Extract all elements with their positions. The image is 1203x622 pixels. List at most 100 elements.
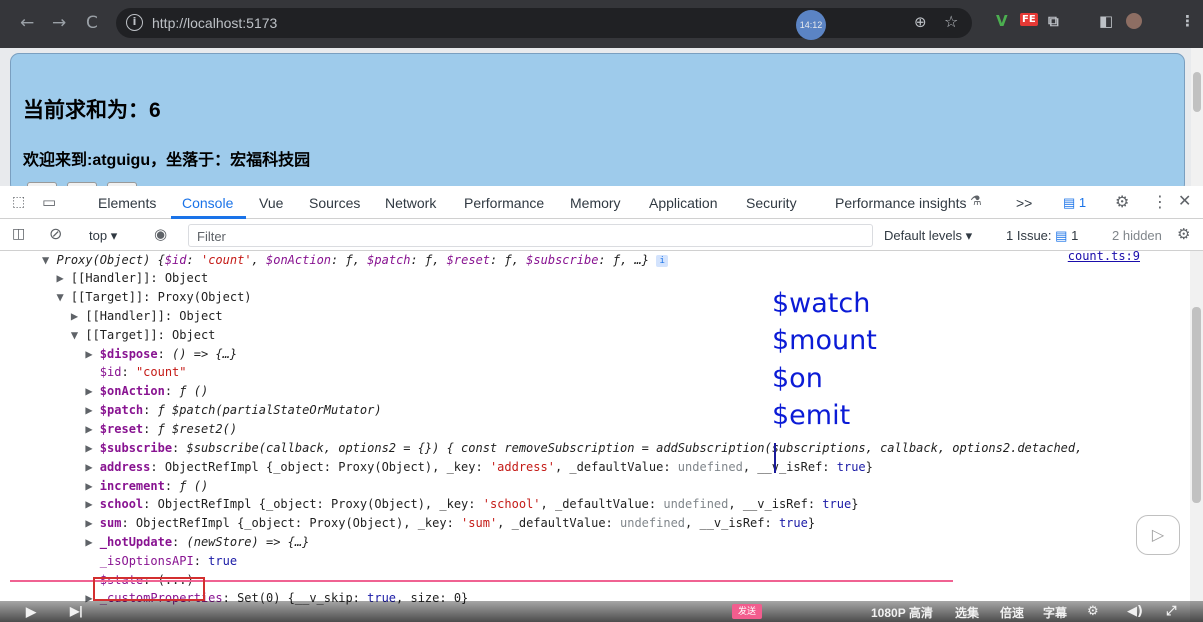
console-token: Proxy(Object) { — [56, 253, 165, 267]
console-token: : — [157, 347, 173, 361]
tab-console[interactable]: Console — [182, 195, 233, 211]
play-icon[interactable]: ▶ — [26, 604, 36, 620]
console-line[interactable]: ▶ $subscribe: $subscribe(callback, optio… — [42, 439, 1082, 457]
context-select[interactable]: top ▾ — [89, 228, 117, 244]
console-scrollbar[interactable] — [1190, 251, 1203, 622]
forward-icon[interactable]: → — [52, 13, 66, 33]
console-line[interactable]: ▶ school: ObjectRefImpl {_object: Proxy(… — [42, 495, 858, 513]
close-devtools-icon[interactable]: ✕ — [1178, 191, 1191, 210]
time-bubble: 14:12 — [796, 10, 826, 40]
page-scrollbar[interactable] — [1191, 48, 1203, 186]
clear-console-icon[interactable]: ⊘ — [49, 224, 62, 243]
episodes-button[interactable]: 选集 — [955, 604, 979, 621]
collapsed-triangle-icon[interactable]: ▶ — [42, 460, 100, 474]
console-line[interactable]: ▼ Proxy(Object) {$id: 'count', $onAction… — [42, 251, 669, 269]
collapsed-triangle-icon[interactable]: ▶ — [42, 403, 100, 417]
danmaku-send-button[interactable]: 发送 — [732, 604, 762, 619]
source-link[interactable]: count.ts:9 — [1068, 251, 1140, 263]
collapsed-triangle-icon[interactable]: ▶ — [42, 384, 100, 398]
tab-performance[interactable]: Performance — [464, 195, 544, 211]
collapsed-triangle-icon[interactable]: ▶ — [42, 347, 100, 361]
hidden-messages-label: 2 hidden — [1112, 228, 1162, 243]
collapsed-triangle-icon[interactable]: ▶ — [42, 422, 100, 436]
filter-input[interactable]: Filter — [188, 224, 873, 247]
bookmark-star-icon[interactable]: ☆ — [944, 12, 958, 31]
fe-extension-icon[interactable]: FE — [1020, 13, 1038, 26]
profile-avatar[interactable] — [1126, 13, 1142, 29]
console-line[interactable]: ▶ [[Handler]]: Object — [42, 307, 223, 325]
console-line[interactable]: ▶ _hotUpdate: (newStore) => {…} — [42, 533, 309, 551]
tab-application[interactable]: Application — [649, 195, 718, 211]
console-token: : — [143, 403, 158, 417]
console-token: : ObjectRefImpl {_object: Proxy(Object),… — [150, 460, 490, 474]
collapsed-triangle-icon[interactable]: ▶ — [42, 309, 85, 323]
console-token: : — [598, 253, 613, 267]
console-token: , — [432, 253, 447, 267]
collapsed-triangle-icon[interactable]: ▶ — [42, 535, 100, 549]
speed-button[interactable]: 倍速 — [1000, 604, 1024, 621]
live-expression-eye-icon[interactable]: ◉ — [154, 225, 167, 243]
quality-button[interactable]: 1080P 高清 — [871, 604, 933, 621]
settings-gear-icon[interactable]: ⚙ — [1115, 192, 1129, 211]
more-tabs-button[interactable]: >> — [1016, 195, 1032, 211]
vue-devtools-extension-icon[interactable]: V — [996, 12, 1008, 30]
console-line[interactable]: ▶ [[Handler]]: Object — [42, 269, 208, 287]
issue-label: 1 Issue: — [1006, 228, 1052, 243]
volume-icon[interactable]: ◀) — [1127, 604, 1143, 619]
device-toolbar-icon[interactable]: ▭ — [42, 193, 56, 211]
back-icon[interactable]: ← — [20, 13, 34, 33]
console-line[interactable]: ▶ address: ObjectRefImpl {_object: Proxy… — [42, 458, 873, 476]
console-token: : — [172, 441, 187, 455]
tab-network[interactable]: Network — [385, 195, 436, 211]
reload-icon[interactable]: C — [86, 13, 98, 33]
console-line[interactable]: ▶ $onAction: ƒ () — [42, 382, 208, 400]
expanded-triangle-icon[interactable]: ▼ — [42, 328, 85, 342]
info-icon[interactable]: i — [656, 254, 669, 267]
collapsed-triangle-icon[interactable]: ▶ — [42, 479, 100, 493]
next-icon[interactable]: ▶| — [70, 604, 83, 618]
default-levels-dropdown[interactable]: Default levels ▾ — [884, 228, 972, 244]
subtitle-button[interactable]: 字幕 — [1043, 604, 1067, 621]
collapsed-triangle-icon[interactable]: ▶ — [42, 497, 100, 511]
console-token: increment — [99, 479, 165, 493]
console-line[interactable]: ▶ $patch: ƒ $patch(partialStateOrMutator… — [42, 401, 381, 419]
console-line[interactable]: ▶ increment: ƒ () — [42, 477, 208, 495]
customize-menu-icon[interactable]: ⋮ — [1152, 192, 1168, 211]
site-info-icon[interactable]: i — [126, 14, 143, 31]
tab-performance-insights[interactable]: Performance insights — [835, 195, 967, 211]
tab-security[interactable]: Security — [746, 195, 797, 211]
tab-vue[interactable]: Vue — [259, 195, 283, 211]
console-line[interactable]: ▶ $dispose: () => {…} — [42, 345, 237, 363]
expanded-triangle-icon[interactable]: ▼ — [42, 290, 71, 304]
console-token: ƒ — [345, 253, 353, 267]
tab-memory[interactable]: Memory — [570, 195, 621, 211]
console-line[interactable]: ▶ $reset: ƒ $reset2() — [42, 420, 237, 438]
sidebar-toggle-icon[interactable]: ◫ — [12, 226, 25, 242]
issues-link[interactable]: 1 Issue: ▤ 1 — [1006, 228, 1078, 244]
fullscreen-icon[interactable]: ⤢ — [1166, 604, 1176, 619]
console-line[interactable]: ▼ [[Target]]: Object — [42, 326, 216, 344]
extensions-puzzle-icon[interactable]: ⧉ — [1048, 12, 1059, 30]
side-panel-icon[interactable]: ◧ — [1099, 12, 1113, 30]
collapsed-triangle-icon[interactable]: ▶ — [42, 441, 100, 455]
inspect-element-icon[interactable]: ⬚ — [12, 194, 25, 210]
issues-badge[interactable]: ▤ 1 — [1063, 195, 1086, 211]
console-token: } — [807, 516, 816, 530]
zoom-icon[interactable]: ⊕ — [914, 13, 927, 31]
tab-sources[interactable]: Sources — [309, 195, 360, 211]
player-settings-icon[interactable]: ⚙ — [1087, 604, 1099, 619]
console-line[interactable]: ▼ [[Target]]: Proxy(Object) — [42, 288, 251, 306]
tab-elements[interactable]: Elements — [98, 195, 156, 211]
browser-menu-icon[interactable]: ⋮ — [1180, 12, 1195, 30]
console-token: : — [193, 554, 209, 568]
console-toolbar: ◫ ⊘ top ▾ ◉ Filter Default levels ▾ 1 Is… — [0, 220, 1203, 251]
address-bar[interactable]: i http://localhost:5173 14:12 ⊕ ☆ — [116, 8, 972, 40]
console-line[interactable]: ▶ sum: ObjectRefImpl {_object: Proxy(Obj… — [42, 514, 815, 532]
collapsed-triangle-icon[interactable]: ▶ — [42, 516, 100, 530]
url-text[interactable]: http://localhost:5173 — [152, 15, 277, 31]
console-settings-icon[interactable]: ⚙ — [1177, 225, 1190, 243]
collapsed-triangle-icon[interactable]: ▶ — [42, 271, 71, 285]
annotation-on: $on — [772, 363, 823, 394]
play-overlay-icon[interactable]: ▷ — [1136, 515, 1180, 555]
expanded-triangle-icon[interactable]: ▼ — [42, 253, 56, 267]
